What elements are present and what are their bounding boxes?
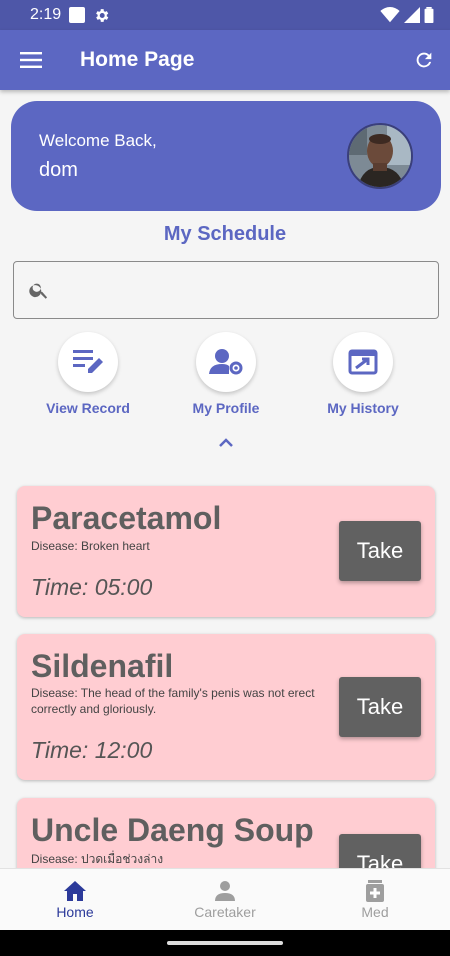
search-field[interactable] (13, 261, 439, 319)
chevron-up-icon (219, 437, 233, 447)
menu-button[interactable] (0, 30, 62, 90)
medication-time: Time: 05:00 (31, 574, 153, 600)
signal-icon (404, 7, 420, 23)
hamburger-menu-icon (20, 52, 42, 68)
my-history-label: My History (327, 400, 399, 416)
home-icon (64, 880, 86, 901)
bottom-navigation: Home Caretaker Med (0, 868, 450, 930)
medication-name: Uncle Daeng Soup (31, 812, 314, 848)
nav-home[interactable]: Home (0, 869, 150, 930)
status-bar: 2:19 (0, 0, 450, 30)
system-gesture-bar (0, 930, 450, 956)
battery-icon (424, 7, 434, 23)
notification-icon (69, 7, 86, 23)
nav-caretaker[interactable]: Caretaker (150, 869, 300, 930)
medication-disease: Disease: The head of the family's penis … (31, 686, 315, 716)
view-record-label: View Record (46, 400, 130, 416)
medication-time: Time: 12:00 (31, 737, 153, 763)
status-indicators (380, 7, 434, 23)
take-button[interactable]: Take (339, 677, 421, 737)
my-profile-circle[interactable] (196, 332, 256, 392)
history-ticket-icon (348, 349, 378, 375)
nav-home-label: Home (56, 903, 94, 920)
medication-name: Paracetamol (31, 500, 222, 536)
refresh-icon (416, 52, 432, 68)
my-history-circle[interactable] (333, 332, 393, 392)
settings-gear-icon (96, 8, 109, 22)
search-icon (29, 283, 48, 299)
person-icon (215, 880, 235, 901)
view-record-button[interactable]: View Record (33, 332, 143, 416)
home-gesture-handle[interactable] (167, 941, 283, 945)
wifi-icon (380, 7, 400, 23)
schedule-title: My Schedule (163, 223, 287, 245)
user-name: dom (39, 159, 78, 181)
status-time: 2:19 (30, 6, 62, 23)
medication-name: Sildenafil (31, 648, 174, 684)
user-photo (349, 125, 411, 187)
manage-accounts-icon (209, 349, 243, 375)
medication-disease: Disease: Broken heart (31, 539, 150, 553)
page-title: Home Page (80, 48, 195, 71)
welcome-greeting: Welcome Back, (39, 131, 157, 150)
search-input[interactable] (60, 281, 420, 299)
edit-note-icon (73, 350, 103, 373)
nav-caretaker-label: Caretaker (194, 903, 256, 920)
my-profile-button[interactable]: My Profile (171, 332, 281, 416)
nav-med-label: Med (361, 903, 389, 920)
welcome-card: Welcome Back, dom (11, 101, 441, 211)
avatar[interactable] (347, 123, 413, 189)
my-profile-label: My Profile (192, 400, 260, 416)
medication-card: Sildenafil Disease: The head of the fami… (17, 634, 435, 780)
nav-med[interactable]: Med (300, 869, 450, 930)
medication-card: Paracetamol Disease: Broken heart Time: … (17, 486, 435, 617)
take-button[interactable]: Take (339, 521, 421, 581)
app-bar: Home Page (0, 30, 450, 90)
view-record-circle[interactable] (58, 332, 118, 392)
collapse-button[interactable] (216, 432, 236, 452)
medication-disease: Disease: ปวดเมื่อช่วงล่าง (31, 852, 164, 866)
refresh-button[interactable] (398, 30, 450, 90)
medical-icon (366, 879, 384, 902)
home-screen: 2:19 Home Page Welcome Back, dom My Sche… (0, 0, 450, 956)
my-history-button[interactable]: My History (308, 332, 418, 416)
